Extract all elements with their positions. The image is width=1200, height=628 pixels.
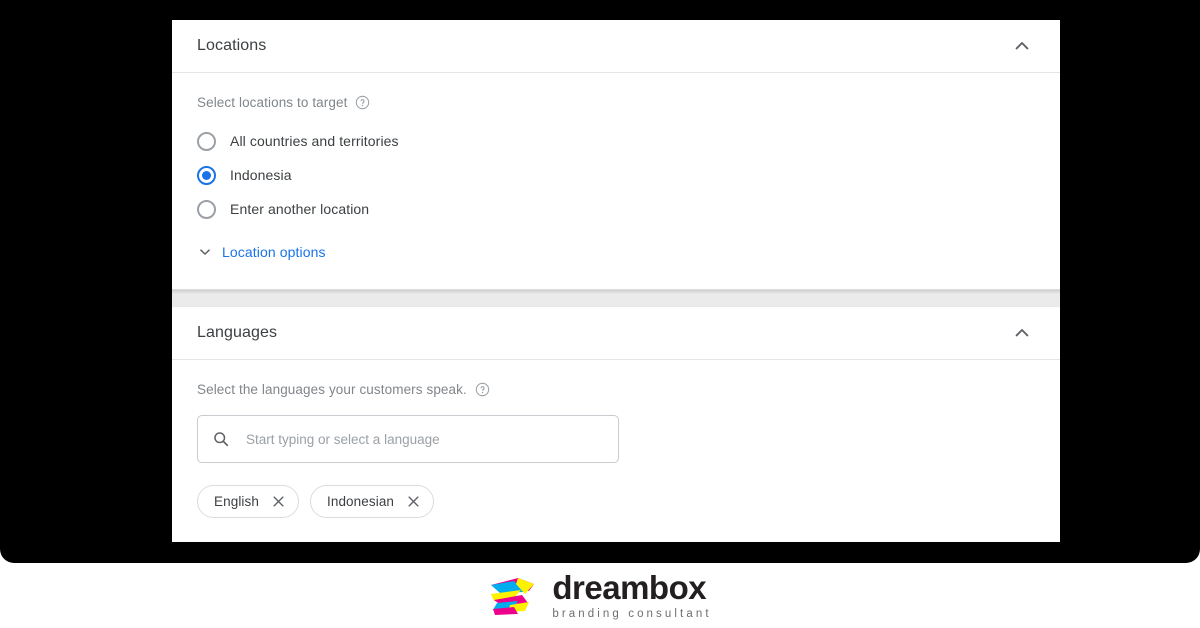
brand-name: dreambox [552, 568, 707, 606]
locations-prompt-row: Select locations to target [197, 95, 1035, 110]
chip-remove-close-icon[interactable] [407, 495, 420, 508]
search-icon [212, 430, 230, 448]
radio-label: Enter another location [230, 201, 370, 217]
location-options-link[interactable]: Location options [197, 244, 326, 260]
chevron-down-icon [197, 244, 213, 260]
languages-collapse-chevron-up-icon[interactable] [1008, 319, 1036, 347]
selected-languages-chip-row: English Indonesian [197, 485, 1035, 518]
languages-title: Languages [197, 324, 278, 341]
radio-label: Indonesia [230, 167, 292, 183]
location-options-link-label: Location options [222, 244, 326, 260]
languages-card-header: Languages [172, 307, 1060, 360]
locations-prompt-text: Select locations to target [197, 95, 348, 110]
card-separator-strip [172, 289, 1060, 307]
radio-enter-another-location[interactable]: Enter another location [197, 192, 1035, 226]
brand-text-block: dreambox branding consultant [552, 571, 711, 621]
radio-all-countries-and-territories[interactable]: All countries and territories [197, 124, 1035, 158]
locations-help-icon[interactable] [355, 95, 370, 110]
chip-english[interactable]: English [197, 485, 299, 518]
chip-remove-close-icon[interactable] [272, 495, 285, 508]
language-search-box[interactable] [197, 415, 619, 463]
languages-card: Languages Select the languages your cust… [172, 307, 1060, 542]
radio-mark-unselected [197, 199, 216, 219]
footer-bar: dreambox branding consultant [0, 563, 1200, 628]
radio-indonesia[interactable]: Indonesia [197, 158, 1035, 192]
radio-mark-selected [197, 165, 216, 185]
radio-mark-unselected [197, 131, 216, 151]
brand-tagline: branding consultant [552, 607, 712, 620]
locations-card-body: Select locations to target All countries… [172, 73, 1060, 289]
locations-title: Locations [197, 37, 267, 54]
locations-collapse-chevron-up-icon[interactable] [1008, 32, 1036, 60]
chip-label: Indonesian [326, 494, 395, 509]
settings-panel: Locations Select locations to target All… [172, 20, 1060, 542]
dreambox-logo-mark-icon [488, 571, 537, 620]
locations-card: Locations Select locations to target All… [172, 20, 1060, 289]
locations-card-header: Locations [172, 20, 1060, 73]
languages-prompt-row: Select the languages your customers spea… [197, 382, 1035, 397]
chip-label: English [214, 494, 259, 509]
languages-prompt-text: Select the languages your customers spea… [197, 382, 467, 397]
radio-label: All countries and territories [230, 133, 399, 149]
languages-card-body: Select the languages your customers spea… [172, 360, 1060, 542]
locations-radio-group[interactable]: All countries and territories Indonesia … [197, 124, 1035, 226]
chip-indonesian[interactable]: Indonesian [309, 485, 435, 518]
dreambox-brand-lockup: dreambox branding consultant [488, 571, 711, 621]
languages-help-icon[interactable] [475, 382, 490, 397]
language-search-input[interactable] [244, 430, 604, 448]
